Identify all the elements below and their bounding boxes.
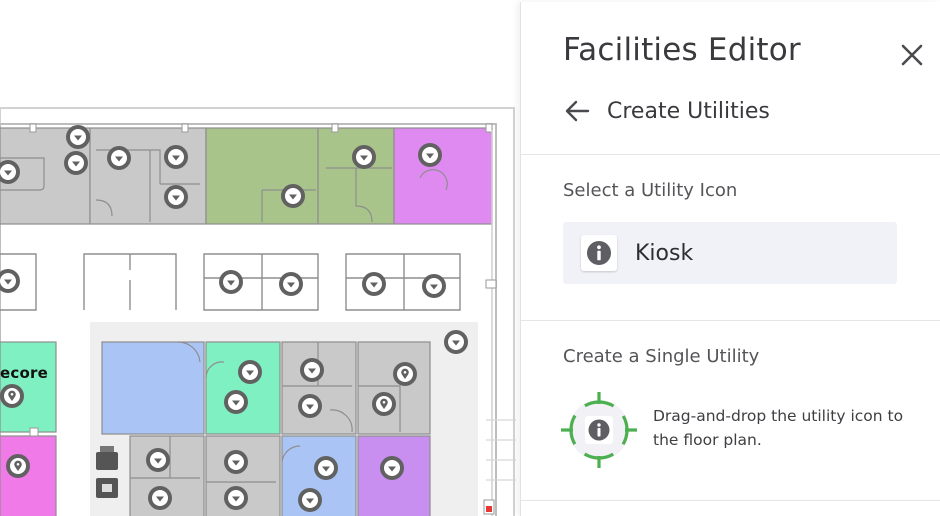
app-window: ecore Facilities Editor Create Utilities…: [0, 0, 940, 516]
close-button[interactable]: [895, 38, 929, 72]
floor-plan-drawing[interactable]: [0, 0, 520, 516]
arrow-left-icon: [565, 100, 590, 122]
selected-utility-icon[interactable]: Kiosk: [563, 222, 897, 284]
draggable-utility-icon[interactable]: [561, 392, 637, 468]
divider: [521, 154, 940, 155]
facilities-editor-panel: Facilities Editor Create Utilities Selec…: [520, 2, 940, 516]
selected-icon-tile: [581, 235, 617, 271]
subheader-title: Create Utilities: [607, 98, 770, 124]
room-label: ecore: [0, 364, 48, 382]
subheader: Create Utilities: [561, 94, 770, 128]
selected-utility-name: Kiosk: [635, 240, 694, 266]
divider: [521, 320, 940, 321]
select-icon-label: Select a Utility Icon: [563, 180, 738, 201]
drag-instruction: Drag-and-drop the utility icon to the fl…: [653, 407, 904, 449]
create-single-label: Create a Single Utility: [563, 346, 760, 367]
close-icon: [901, 44, 923, 66]
floor-plan-canvas[interactable]: ecore: [0, 0, 520, 516]
divider: [521, 500, 940, 501]
panel-title: Facilities Editor: [563, 32, 801, 68]
crosshair-icon: [561, 392, 637, 468]
info-icon: [587, 241, 611, 265]
back-button[interactable]: [561, 95, 593, 127]
